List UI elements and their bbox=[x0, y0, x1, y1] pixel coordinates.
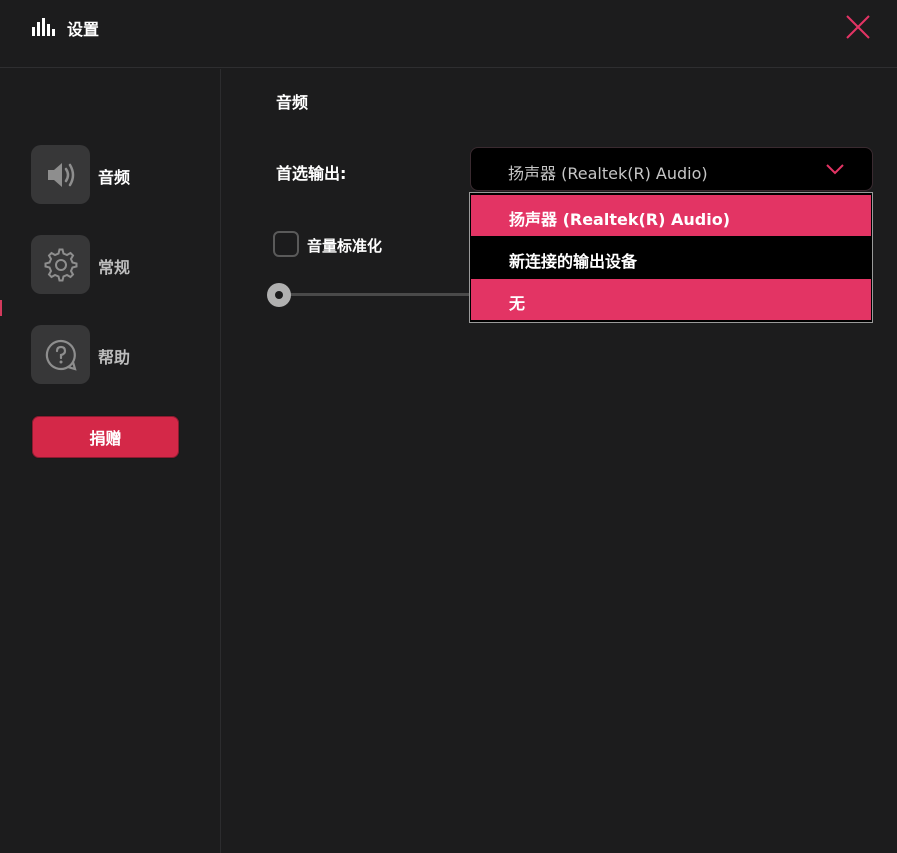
volume-slider-track[interactable] bbox=[280, 293, 480, 296]
volume-normalization-label: 音量标准化 bbox=[307, 237, 383, 255]
dropdown-option[interactable]: 无 bbox=[471, 279, 871, 320]
title-bar: 设置 bbox=[0, 0, 897, 68]
close-icon[interactable] bbox=[843, 12, 873, 42]
volume-slider-thumb[interactable] bbox=[267, 283, 291, 307]
dropdown-option-label: 扬声器 (Realtek(R) Audio) bbox=[509, 210, 731, 229]
sidebar-item-help[interactable]: 帮助 bbox=[31, 325, 216, 385]
sidebar-item-label: 帮助 bbox=[98, 348, 131, 367]
sidebar-edge-marker bbox=[0, 300, 2, 316]
output-device-dropdown: 扬声器 (Realtek(R) Audio) 新连接的输出设备 无 bbox=[469, 192, 873, 323]
dropdown-option[interactable]: 扬声器 (Realtek(R) Audio) bbox=[471, 195, 871, 236]
gear-icon bbox=[31, 235, 90, 294]
sidebar-item-audio[interactable]: 音频 bbox=[31, 145, 216, 205]
section-title: 音频 bbox=[276, 93, 309, 112]
sidebar-item-general[interactable]: 常规 bbox=[31, 235, 216, 295]
output-device-select[interactable]: 扬声器 (Realtek(R) Audio) bbox=[470, 147, 873, 191]
equalizer-icon bbox=[32, 18, 55, 36]
sidebar-item-label: 音频 bbox=[98, 168, 131, 187]
donate-button[interactable]: 捐赠 bbox=[31, 415, 180, 459]
dropdown-option-label: 无 bbox=[509, 294, 526, 313]
window-title: 设置 bbox=[67, 20, 100, 39]
help-icon bbox=[31, 325, 90, 384]
preferred-output-label: 首选输出: bbox=[276, 164, 347, 183]
speaker-icon bbox=[31, 145, 90, 204]
volume-normalization-checkbox[interactable] bbox=[273, 231, 299, 257]
select-value: 扬声器 (Realtek(R) Audio) bbox=[508, 164, 708, 183]
sidebar-item-label: 常规 bbox=[98, 258, 131, 277]
dropdown-option-label: 新连接的输出设备 bbox=[509, 252, 638, 271]
dropdown-option[interactable]: 新连接的输出设备 bbox=[471, 237, 871, 278]
chevron-down-icon bbox=[826, 164, 844, 175]
